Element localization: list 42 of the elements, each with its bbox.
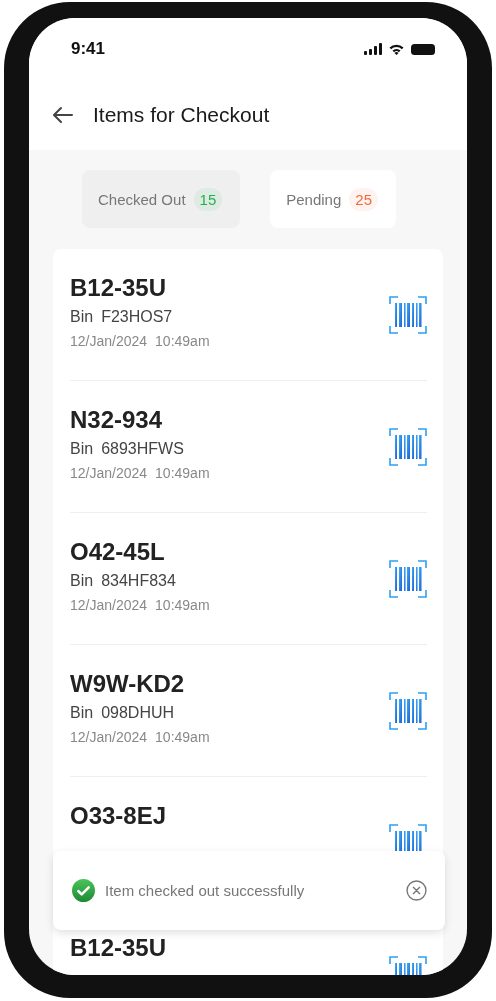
battery-icon — [411, 43, 435, 55]
bin-label: Bin — [70, 306, 94, 327]
item-time: 10:49am — [155, 331, 210, 350]
back-button[interactable] — [51, 104, 73, 126]
check-circle-icon — [72, 879, 95, 902]
bin-label: Bin — [70, 570, 94, 591]
wifi-icon — [388, 43, 405, 55]
tab-label: Checked Out — [98, 190, 186, 208]
signal-icon — [364, 43, 382, 55]
bin-code: F23HOS7 — [101, 306, 173, 327]
bin-label: Bin — [70, 438, 94, 459]
bin-code: 098DHUH — [101, 702, 175, 723]
tab-label: Pending — [286, 190, 342, 208]
item-date: 12/Jan/2024 — [70, 331, 148, 350]
filter-tab[interactable]: Checked Out 15 — [82, 170, 241, 228]
item-date: 12/Jan/2024 — [70, 727, 148, 746]
bin-label: Bin — [70, 702, 94, 723]
count-badge: 15 — [193, 187, 223, 211]
item-time: 10:49am — [155, 727, 210, 746]
item-code: W9W-KD2 — [70, 668, 186, 699]
barcode-scan-icon[interactable] — [389, 559, 427, 598]
bin-code: 834HF834 — [101, 570, 176, 591]
page-title: Items for Checkout — [93, 103, 270, 127]
barcode-scan-icon[interactable] — [389, 295, 427, 334]
item-time: 10:49am — [155, 463, 210, 482]
item-code: O33-8EJ — [70, 800, 167, 831]
close-icon[interactable] — [406, 880, 427, 901]
filter-tab[interactable]: Pending 25 — [270, 170, 396, 228]
barcode-scan-icon[interactable] — [389, 691, 427, 730]
bin-code: 6893HFWS — [101, 438, 184, 459]
back-arrow-icon — [51, 104, 73, 126]
item-date: 12/Jan/2024 — [70, 463, 148, 482]
item-time: 10:49am — [155, 595, 210, 614]
item-code: O42-45L — [70, 536, 166, 567]
count-badge: 25 — [349, 187, 378, 211]
barcode-scan-icon[interactable] — [389, 427, 427, 466]
item-code: N32-934 — [70, 404, 164, 435]
item-date: 12/Jan/2024 — [70, 595, 148, 614]
toast-message: Item checked out successfully — [105, 882, 306, 899]
item-code: B12-35U — [70, 932, 167, 963]
item-code: B12-35U — [70, 272, 168, 303]
status-time: 9:41 — [71, 39, 106, 59]
